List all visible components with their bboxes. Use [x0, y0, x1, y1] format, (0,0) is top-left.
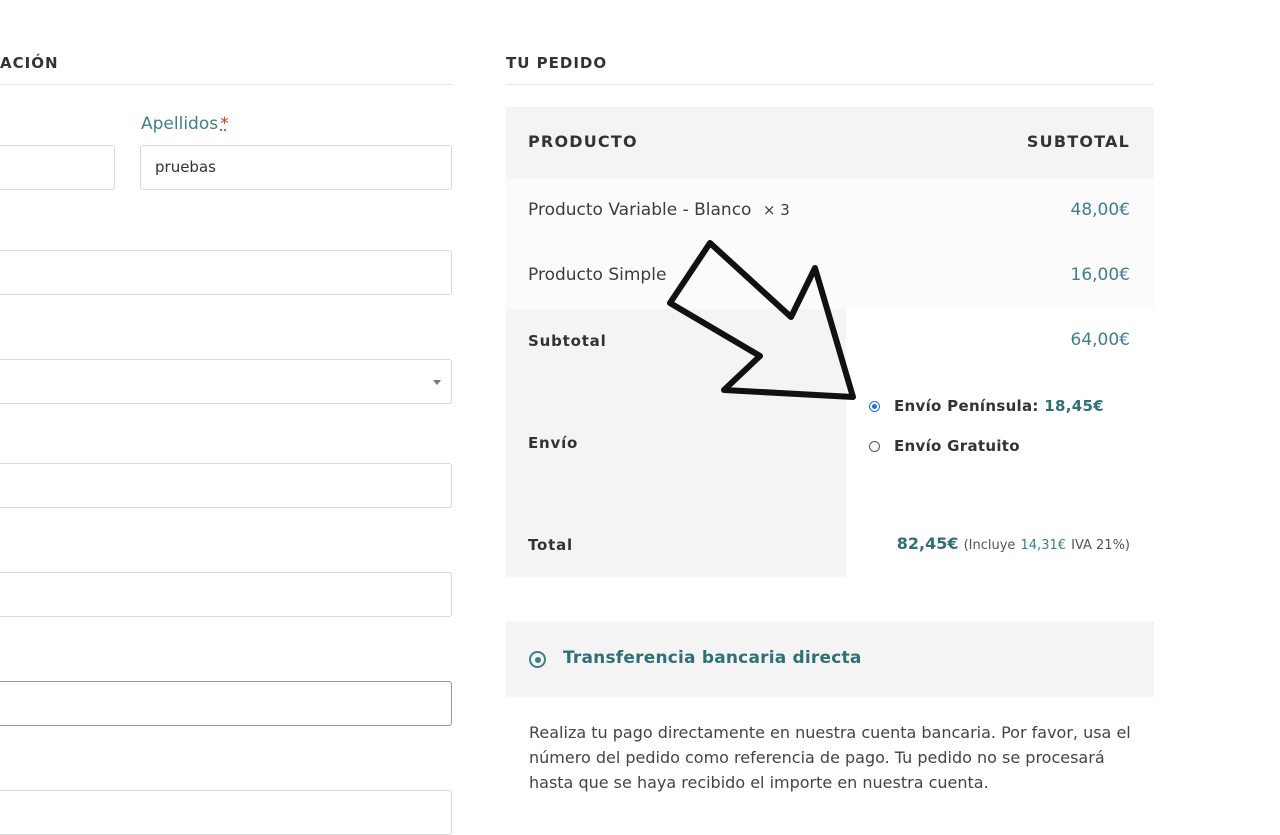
- billing-heading-divider: [0, 84, 452, 85]
- company-input[interactable]: [0, 250, 452, 295]
- item-name: Producto Simple: [528, 265, 667, 285]
- total-label: Total: [528, 536, 573, 554]
- item-name: Producto Variable - Blanco × 3: [528, 200, 790, 220]
- total-note-prefix: (Incluye: [963, 538, 1016, 553]
- item-price: 16,00€: [1070, 265, 1130, 285]
- shipping-option-label: Envío Península:: [894, 397, 1039, 415]
- apellidos-label-text: Apellidos: [141, 114, 219, 134]
- column-header-subtotal: SUBTOTAL: [1026, 132, 1130, 151]
- billing-heading: ACIÓN: [0, 54, 59, 72]
- total-value-group: 82,45€ (Incluye 14,31€ IVA 21%): [897, 534, 1130, 553]
- shipping-radio-gratuito[interactable]: [869, 441, 880, 452]
- chevron-down-icon: [433, 380, 441, 385]
- postcode-input[interactable]: [0, 681, 452, 726]
- country-select[interactable]: [0, 359, 452, 404]
- shipping-label: Envío: [528, 434, 579, 452]
- payment-radio-bacs[interactable]: [529, 651, 546, 668]
- item-price: 48,00€: [1070, 200, 1130, 220]
- total-note-tax: 14,31€: [1020, 538, 1067, 553]
- payment-method-label[interactable]: Transferencia bancaria directa: [563, 648, 862, 668]
- shipping-option-peninsula[interactable]: Envío Península: 18,45€: [894, 397, 1104, 415]
- subtotal-value: 64,00€: [1070, 330, 1130, 350]
- annotation-arrow-icon: [667, 240, 856, 400]
- payment-description: Realiza tu pago directamente en nuestra …: [529, 723, 1131, 792]
- apellidos-label: Apellidos *: [141, 114, 229, 134]
- nombre-input[interactable]: [0, 145, 115, 190]
- shipping-option-gratuito[interactable]: Envío Gratuito: [894, 437, 1020, 455]
- item-name-text: Producto Variable - Blanco: [528, 200, 752, 220]
- address-2-input[interactable]: [0, 572, 452, 617]
- total-note-suffix: IVA 21%): [1071, 538, 1130, 553]
- shipping-option-price: 18,45€: [1044, 397, 1104, 415]
- apellidos-input[interactable]: pruebas: [140, 145, 452, 190]
- address-input[interactable]: [0, 463, 452, 508]
- total-value: 82,45€: [896, 534, 959, 553]
- subtotal-label: Subtotal: [528, 332, 607, 350]
- order-heading-divider: [506, 84, 1154, 85]
- required-mark: *: [220, 114, 229, 134]
- order-heading: TU PEDIDO: [506, 54, 608, 72]
- city-input[interactable]: [0, 790, 452, 835]
- shipping-radio-peninsula[interactable]: [869, 401, 880, 412]
- item-qty: × 3: [762, 201, 790, 219]
- column-header-product: PRODUCTO: [528, 132, 638, 151]
